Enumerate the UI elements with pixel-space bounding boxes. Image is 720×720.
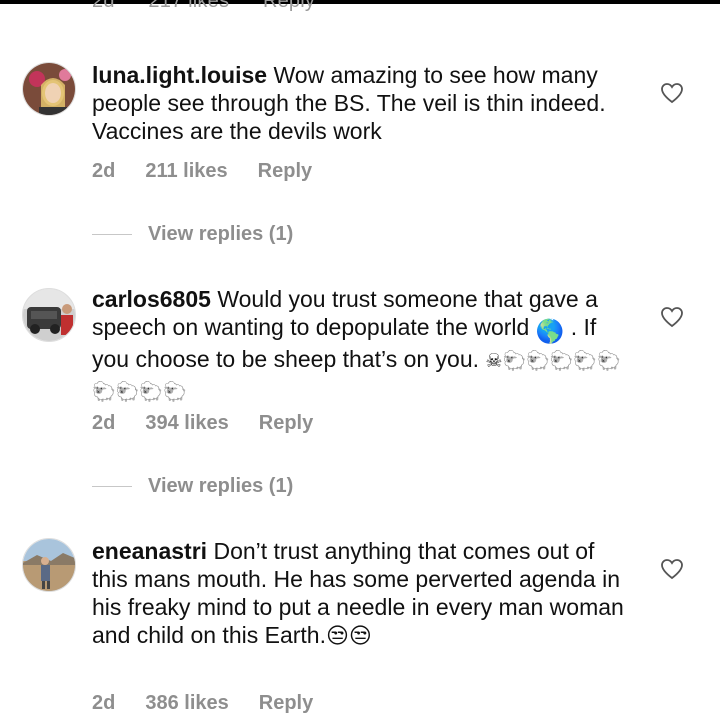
- comment-text: carlos6805 Would you trust someone that …: [92, 285, 632, 407]
- previous-time: 2d: [92, 0, 115, 12]
- comment-text: luna.light.louise Wow amazing to see how…: [92, 61, 632, 145]
- username[interactable]: carlos6805: [92, 286, 211, 312]
- view-replies-label[interactable]: View replies (1): [148, 223, 293, 246]
- previous-comment-meta: 2d 217 likes Reply: [92, 0, 343, 13]
- comment-meta: 2d 386 likes Reply: [92, 692, 313, 715]
- globe-emoji: 🌎: [535, 318, 565, 344]
- avatar[interactable]: [22, 288, 76, 342]
- comment-likes[interactable]: 386 likes: [145, 692, 228, 715]
- comment-likes[interactable]: 211 likes: [145, 160, 227, 183]
- heart-outline-icon[interactable]: [660, 558, 684, 580]
- comment-meta: 2d 394 likes Reply: [92, 412, 313, 435]
- avatar[interactable]: [22, 538, 76, 592]
- heart-outline-icon[interactable]: [660, 306, 684, 328]
- unamused-emojis: 😒😒: [325, 623, 372, 648]
- comment-time: 2d: [92, 692, 116, 714]
- replies-divider: [92, 234, 132, 235]
- previous-reply-button[interactable]: Reply: [263, 0, 315, 12]
- reply-button[interactable]: Reply: [258, 160, 312, 183]
- comment-time: 2d: [92, 412, 116, 434]
- reply-button[interactable]: Reply: [259, 412, 313, 435]
- view-replies[interactable]: View replies (1): [92, 475, 293, 498]
- comment-time: 2d: [92, 160, 116, 182]
- comment-meta: 2d 211 likes Reply: [92, 160, 312, 183]
- replies-divider: [92, 486, 132, 487]
- comment-text: eneanastri Don’t trust anything that com…: [92, 537, 632, 650]
- comment-likes[interactable]: 394 likes: [145, 412, 228, 435]
- previous-likes[interactable]: 217 likes: [148, 0, 229, 12]
- view-replies-label[interactable]: View replies (1): [148, 475, 293, 498]
- view-replies[interactable]: View replies (1): [92, 223, 293, 246]
- heart-outline-icon[interactable]: [660, 82, 684, 104]
- reply-button[interactable]: Reply: [259, 692, 313, 715]
- avatar[interactable]: [22, 62, 76, 116]
- username[interactable]: eneanastri: [92, 538, 207, 564]
- username[interactable]: luna.light.louise: [92, 62, 267, 88]
